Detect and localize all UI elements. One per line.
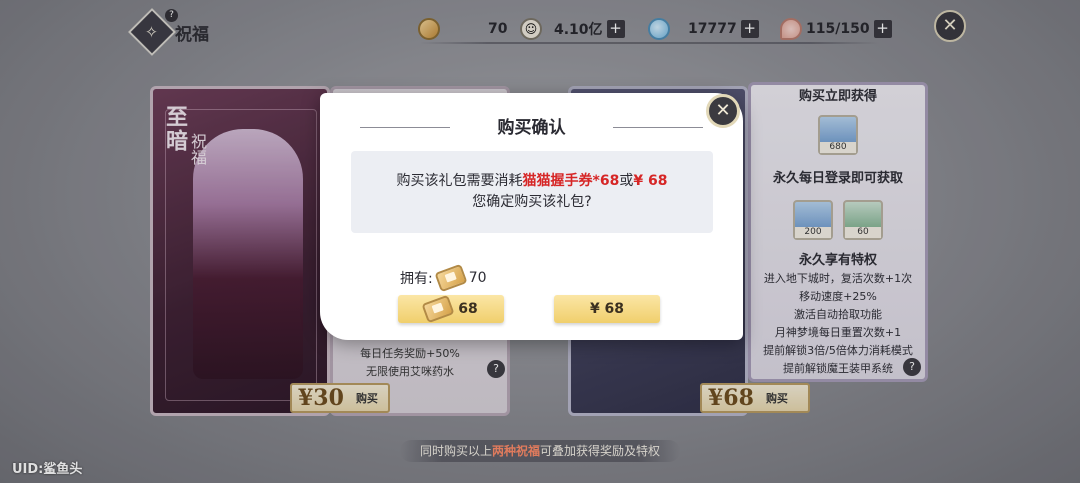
close-dialog-button[interactable]: ✕ bbox=[706, 94, 740, 128]
dialog-message: 购买该礼包需要消耗猫猫握手券*68或¥ 68 您确定购买该礼包? bbox=[351, 151, 713, 233]
ticket-icon bbox=[434, 263, 468, 293]
ticket-icon bbox=[421, 294, 455, 324]
message-line-2: 您确定购买该礼包? bbox=[472, 194, 592, 210]
purchase-confirm-dialog: 购买确认 购买该礼包需要消耗猫猫握手券*68或¥ 68 您确定购买该礼包? 拥有… bbox=[320, 93, 743, 340]
dialog-title: 购买确认 bbox=[497, 118, 566, 138]
owned-value: 70 bbox=[468, 270, 487, 286]
pay-with-cash-button[interactable]: ¥ 68 bbox=[554, 295, 660, 323]
message-line-1: 购买该礼包需要消耗猫猫握手券*68或¥ 68 bbox=[396, 173, 668, 189]
owned-label: 拥有: bbox=[400, 271, 433, 287]
pay-with-ticket-button[interactable]: 68 bbox=[398, 294, 504, 324]
owned-tickets: 拥有: 70 bbox=[400, 263, 487, 293]
